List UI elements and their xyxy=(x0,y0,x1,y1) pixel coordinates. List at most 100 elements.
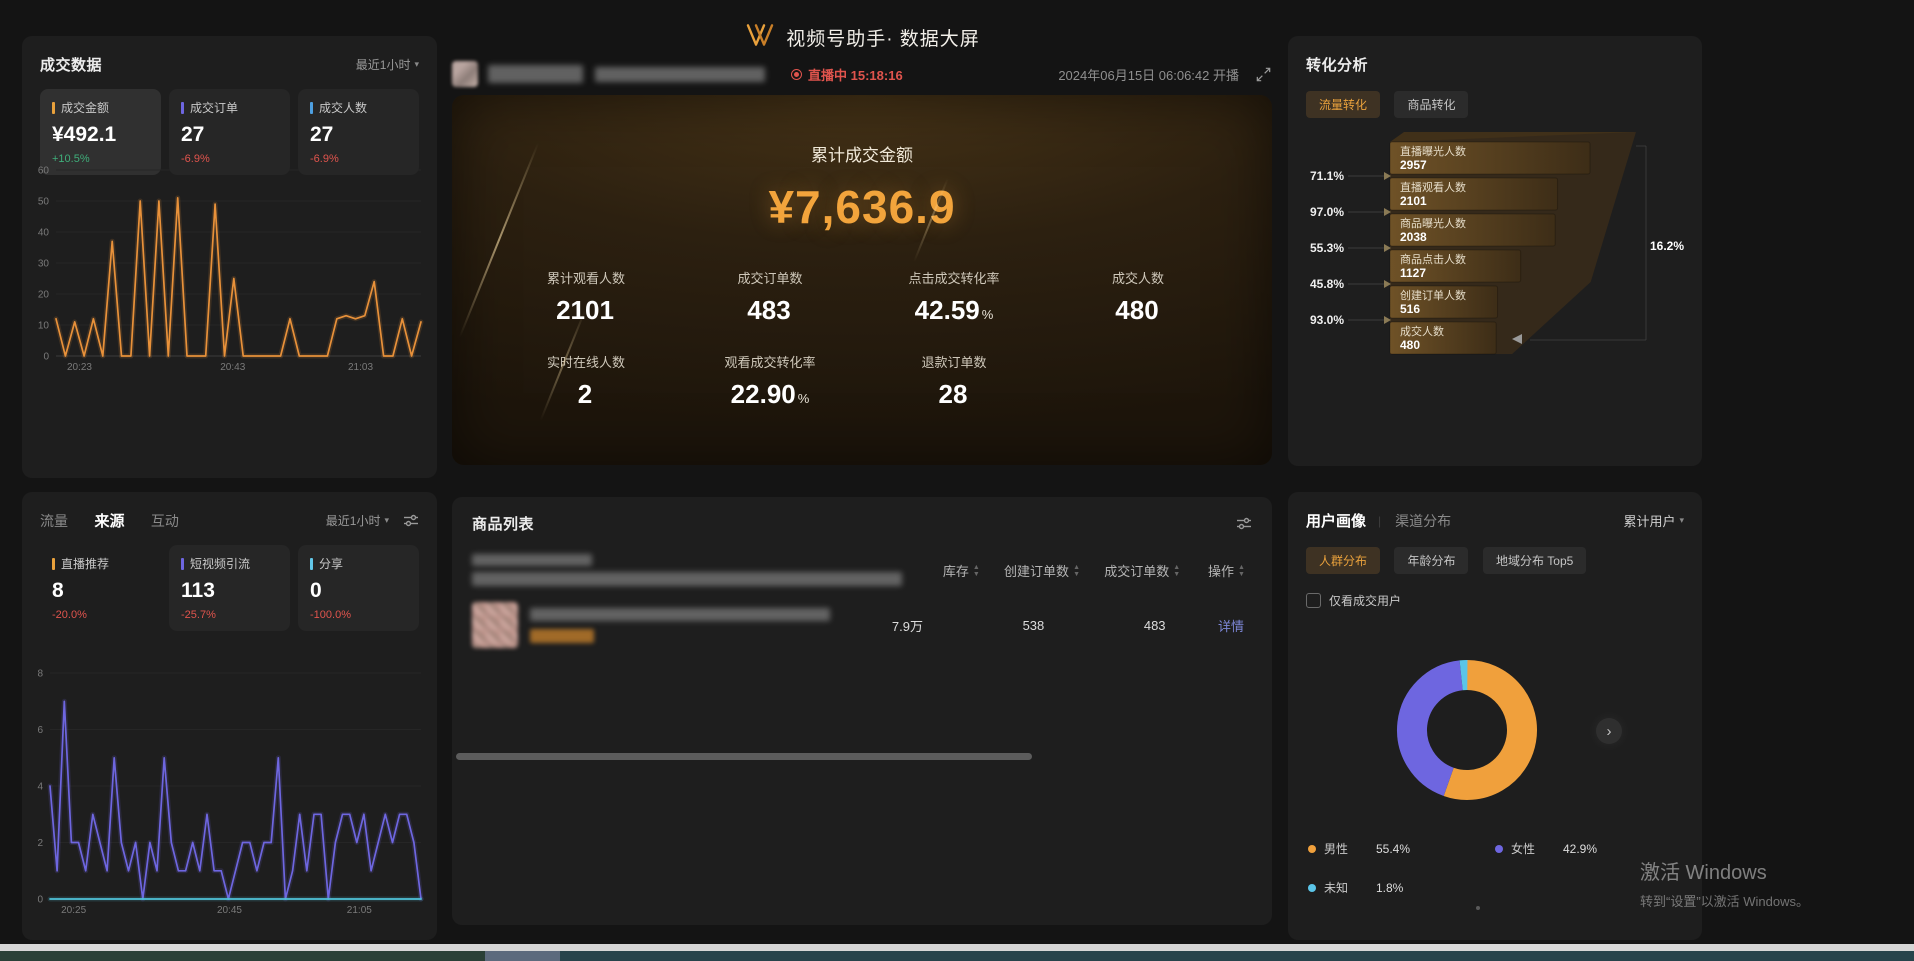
tab-traffic-conversion[interactable]: 流量转化 xyxy=(1306,91,1380,118)
metric-card-deal-orders[interactable]: 成交订单 27 -6.9% xyxy=(169,89,290,175)
funnel-step-rate: 97.0% xyxy=(1310,205,1344,219)
tab-interaction[interactable]: 互动 xyxy=(151,513,179,529)
summary-title: 累计成交金额 xyxy=(452,141,1272,166)
filter-sliders-icon[interactable] xyxy=(1236,517,1252,530)
channels-logo-icon xyxy=(744,22,776,53)
card-label: 成交人数 xyxy=(319,99,367,116)
deal-data-panel: 成交数据 最近1小时▾ 成交金额 ¥492.1 +10.5% 成交订单 27 -… xyxy=(22,36,437,478)
broadcast-start-time: 2024年06月15日 06:06:42 开播 xyxy=(1058,65,1239,84)
sort-icon[interactable]: ▲▼ xyxy=(1238,564,1244,578)
stat-deal-buyers: 成交人数480 xyxy=(1046,268,1230,326)
checkbox-label: 仅看成交用户 xyxy=(1329,592,1401,609)
filter-sliders-icon[interactable] xyxy=(403,514,419,527)
card-value: 113 xyxy=(181,579,278,603)
funnel-step-label: 商品曝光人数 xyxy=(1400,216,1466,230)
subtab-crowd-distribution[interactable]: 人群分布 xyxy=(1306,547,1380,574)
redacted-account-name xyxy=(488,65,583,83)
funnel-step-label: 直播观看人数 xyxy=(1400,180,1466,194)
card-value: ¥492.1 xyxy=(52,123,149,147)
svg-text:20:23: 20:23 xyxy=(67,362,92,373)
fullscreen-icon[interactable] xyxy=(1255,66,1272,83)
deal-panel-title: 成交数据 xyxy=(40,54,102,75)
svg-text:21:05: 21:05 xyxy=(347,905,372,916)
windows-activation-watermark: 激活 Windows 转到“设置”以激活 Windows。 xyxy=(1640,856,1809,910)
metric-card-deal-buyers[interactable]: 成交人数 27 -6.9% xyxy=(298,89,419,175)
metric-card-short-video[interactable]: 短视频引流 113 -25.7% xyxy=(169,545,290,631)
live-info-row: 直播中 15:18:16 2024年06月15日 06:06:42 开播 xyxy=(452,60,1272,88)
stat-deal-orders: 成交订单数483 xyxy=(678,268,862,326)
deal-trend-chart: 010203040506020:2320:4321:03 xyxy=(30,164,429,374)
legend-item-female[interactable]: 女性 42.9% xyxy=(1495,840,1682,857)
card-change: -20.0% xyxy=(52,609,149,621)
funnel-step-label: 成交人数 xyxy=(1400,324,1444,338)
column-header-action[interactable]: 操作▲▼ xyxy=(1179,561,1252,580)
detail-link[interactable]: 详情 xyxy=(1166,616,1252,635)
redacted-product-image xyxy=(472,602,518,648)
marker xyxy=(181,102,184,114)
metric-card-live-recommend[interactable]: 直播推荐 8 -20.0% xyxy=(40,545,161,631)
page-indicator-dot[interactable] xyxy=(1476,906,1480,910)
legend-item-unknown[interactable]: 未知 1.8% xyxy=(1308,879,1495,896)
page-horizontal-scrollbar[interactable] xyxy=(0,944,1914,951)
subtab-age-distribution[interactable]: 年龄分布 xyxy=(1394,547,1468,574)
marker xyxy=(52,558,55,570)
funnel-step-value: 1127 xyxy=(1400,266,1426,280)
svg-text:4: 4 xyxy=(37,782,43,793)
column-header-deal-orders[interactable]: 成交订单数▲▼ xyxy=(1079,561,1179,580)
chevron-right-button[interactable]: › xyxy=(1596,718,1622,744)
chevron-down-icon: ▾ xyxy=(414,59,419,70)
funnel-step-rate: 71.1% xyxy=(1310,169,1344,183)
card-value: 8 xyxy=(52,579,149,603)
funnel-step-rate: 93.0% xyxy=(1310,313,1344,327)
metric-card-share[interactable]: 分享 0 -100.0% xyxy=(298,545,419,631)
user-scope-dropdown[interactable]: 累计用户▾ xyxy=(1623,511,1684,530)
card-label: 短视频引流 xyxy=(190,555,250,572)
product-table-hscrollbar[interactable] xyxy=(456,753,1032,760)
svg-text:8: 8 xyxy=(37,669,43,680)
redacted-product-badge xyxy=(530,629,594,643)
donut-slice xyxy=(1449,675,1522,785)
legend-item-male[interactable]: 男性 55.4% xyxy=(1308,840,1495,857)
svg-text:40: 40 xyxy=(38,228,50,239)
source-time-range-dropdown[interactable]: 最近1小时▾ xyxy=(326,512,389,529)
deal-users-only-checkbox[interactable] xyxy=(1306,593,1321,608)
funnel-step-value: 2038 xyxy=(1400,230,1427,244)
card-label: 成交金额 xyxy=(61,99,109,116)
app-header: 视频号助手· 数据大屏 xyxy=(452,22,1272,53)
tab-channel-distribution[interactable]: 渠道分布 xyxy=(1395,511,1451,531)
svg-text:50: 50 xyxy=(38,197,50,208)
tab-product-conversion[interactable]: 商品转化 xyxy=(1394,91,1468,118)
stat-click-conversion: 点击成交转化率42.59% xyxy=(862,268,1046,326)
tab-source[interactable]: 来源 xyxy=(94,513,124,530)
cell-created-orders: 538 xyxy=(923,618,1044,633)
conversion-analysis-panel: 转化分析 流量转化 商品转化 直播曝光人数2957直播观看人数210171.1%… xyxy=(1288,36,1702,466)
column-header-created-orders[interactable]: 创建订单数▲▼ xyxy=(979,561,1079,580)
taskbar-edge xyxy=(0,951,1914,961)
product-table-header: 库存▲▼ 创建订单数▲▼ 成交订单数▲▼ 操作▲▼ xyxy=(472,554,1252,586)
donut-legend: 男性 55.4% 女性 42.9% 未知 1.8% xyxy=(1308,840,1682,896)
metric-card-deal-amount[interactable]: 成交金额 ¥492.1 +10.5% xyxy=(40,89,161,175)
deal-time-range-dropdown[interactable]: 最近1小时▾ xyxy=(356,56,419,73)
card-label: 直播推荐 xyxy=(61,555,109,572)
subtab-region-distribution[interactable]: 地域分布 Top5 xyxy=(1483,547,1586,574)
source-trend-chart: 0246820:2520:4521:05 xyxy=(30,667,429,917)
product-table-row: 7.9万 538 483 详情 xyxy=(472,602,1252,648)
funnel-step-label: 创建订单人数 xyxy=(1400,288,1466,302)
legend-dot xyxy=(1308,884,1316,892)
card-value: 27 xyxy=(181,123,278,147)
funnel-step-label: 商品点击人数 xyxy=(1400,252,1466,266)
redacted-account-id xyxy=(595,67,765,82)
card-label: 成交订单 xyxy=(190,99,238,116)
tab-traffic[interactable]: 流量 xyxy=(40,513,68,529)
funnel-step-value: 2957 xyxy=(1400,158,1427,172)
tab-user-portrait[interactable]: 用户画像 xyxy=(1306,510,1366,531)
svg-text:0: 0 xyxy=(37,895,43,906)
svg-text:6: 6 xyxy=(37,725,43,736)
taskbar-segment xyxy=(0,951,485,961)
summary-amount: ¥7,636.9 xyxy=(452,180,1272,234)
cell-deal-orders: 483 xyxy=(1044,618,1165,633)
funnel-overall-rate: 16.2% xyxy=(1650,239,1684,253)
column-header-stock[interactable]: 库存▲▼ xyxy=(902,561,979,580)
card-change: -25.7% xyxy=(181,609,278,621)
stat-refund-orders: 退款订单数28 xyxy=(862,352,1046,410)
